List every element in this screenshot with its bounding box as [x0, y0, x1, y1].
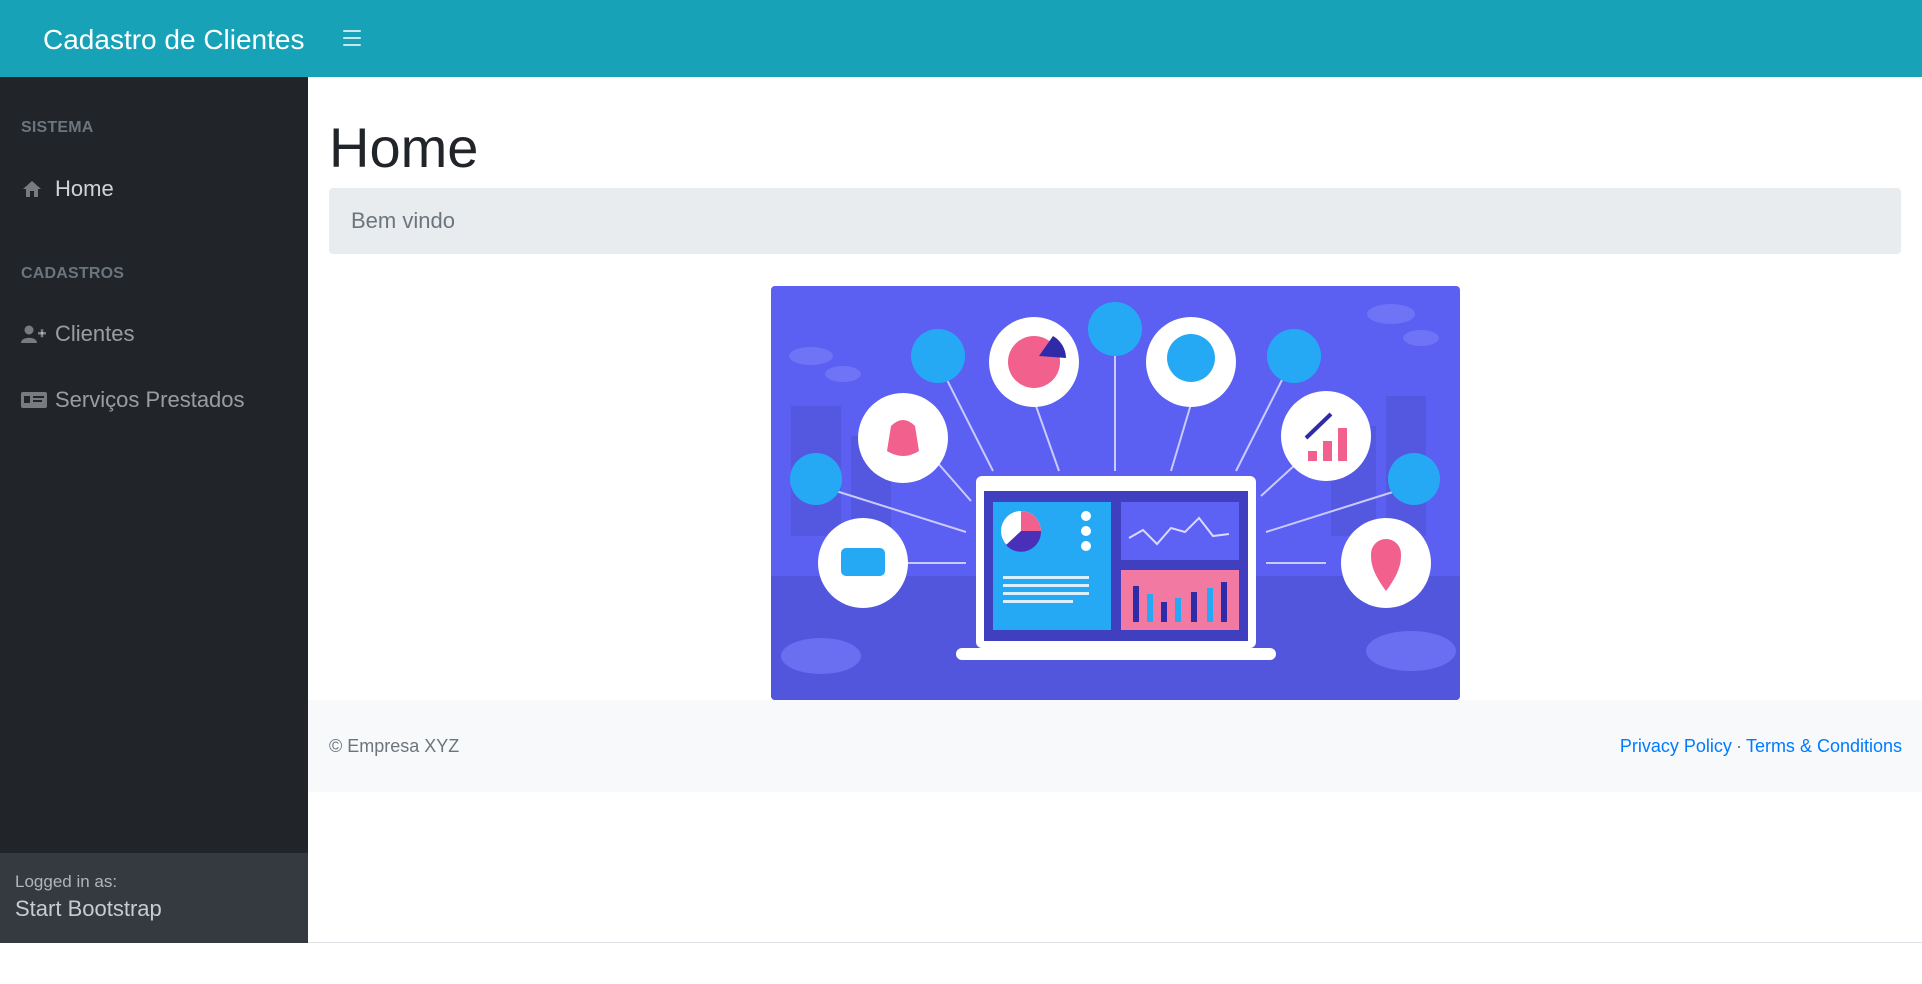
logged-in-label: Logged in as:	[15, 872, 118, 891]
copyright-text: © Empresa XYZ	[329, 735, 460, 756]
sidebar-footer: Logged in as: Start Bootstrap	[0, 853, 308, 943]
terms-conditions-link[interactable]: Terms & Conditions	[1746, 736, 1902, 756]
page-title: Home	[329, 116, 479, 179]
breadcrumb-item: Bem vindo	[351, 208, 455, 233]
hamburger-icon-bar	[343, 44, 361, 46]
footer-links: Privacy Policy · Terms & Conditions	[1620, 736, 1902, 757]
id-card-icon	[21, 389, 47, 411]
sidebar-item-servicos[interactable]: Serviços Prestados	[21, 387, 245, 413]
main-content: Home Bem vindo © Empresa XYZ Privacy Pol…	[308, 77, 1922, 943]
sidebar-item-label: Clientes	[55, 321, 135, 346]
sidebar: SISTEMA Home CADASTROS Clientes Serviços…	[0, 77, 308, 943]
privacy-policy-link[interactable]: Privacy Policy	[1620, 736, 1732, 756]
sidebar-item-home[interactable]: Home	[21, 176, 114, 202]
sidebar-item-label: Home	[55, 176, 114, 201]
bottom-divider	[308, 942, 1922, 943]
top-navbar: Cadastro de Clientes	[0, 0, 1922, 77]
breadcrumb: Bem vindo	[329, 188, 1901, 254]
navbar-brand[interactable]: Cadastro de Clientes	[43, 22, 304, 58]
logged-in-user: Start Bootstrap	[15, 896, 162, 921]
footer-separator: ·	[1735, 735, 1742, 756]
sidebar-heading-sistema: SISTEMA	[21, 119, 94, 136]
sidebar-item-label: Serviços Prestados	[55, 387, 245, 412]
hamburger-icon-bar	[343, 37, 361, 39]
hamburger-icon	[343, 30, 361, 32]
sidebar-toggle-button[interactable]	[340, 26, 364, 50]
user-plus-icon	[21, 323, 47, 345]
page-footer: © Empresa XYZ Privacy Policy · Terms & Con…	[308, 700, 1922, 792]
sidebar-heading-cadastros: CADASTROS	[21, 265, 125, 282]
home-icon	[21, 178, 47, 200]
sidebar-item-clientes[interactable]: Clientes	[21, 321, 134, 347]
hero-illustration	[771, 286, 1460, 700]
